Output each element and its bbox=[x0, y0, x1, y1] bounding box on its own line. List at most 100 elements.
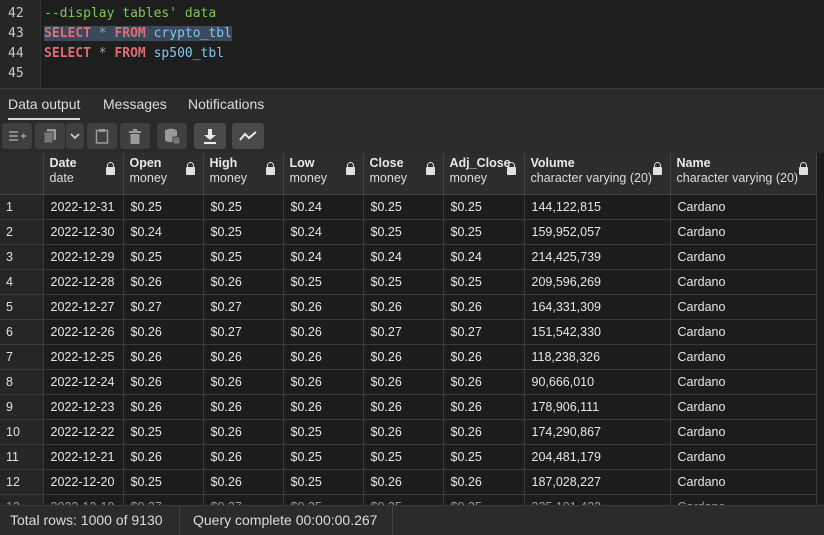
table-row[interactable]: 9 2022-12-23 $0.26 $0.26 $0.26 $0.26 $0.26 178,… bbox=[0, 394, 817, 420]
table-cell[interactable]: $0.24 bbox=[443, 244, 525, 270]
table-cell[interactable]: Cardano bbox=[670, 419, 817, 445]
table-cell[interactable]: $0.25 bbox=[363, 444, 444, 470]
table-cell[interactable]: $0.26 bbox=[203, 269, 284, 295]
table-cell[interactable]: Cardano bbox=[670, 244, 817, 270]
table-cell[interactable]: 209,596,269 bbox=[524, 269, 671, 295]
row-number[interactable]: 4 bbox=[0, 269, 44, 295]
table-cell[interactable]: 144,122,815 bbox=[524, 194, 671, 220]
table-cell[interactable]: 159,952,057 bbox=[524, 219, 671, 245]
table-row[interactable]: 6 2022-12-26 $0.26 $0.27 $0.26 $0.27 $0.27 151,… bbox=[0, 319, 817, 345]
table-cell[interactable]: $0.26 bbox=[123, 394, 204, 420]
table-row[interactable]: 12 2022-12-20 $0.25 $0.26 $0.25 $0.26 $0.26 187… bbox=[0, 469, 817, 495]
table-cell[interactable]: 2022-12-25 bbox=[43, 344, 124, 370]
table-cell[interactable]: Cardano bbox=[670, 494, 817, 505]
data-grid[interactable]: Date date Open money High money Low money Cl… bbox=[0, 153, 824, 505]
table-cell[interactable]: 235,101,422 bbox=[524, 494, 671, 505]
table-cell[interactable]: $0.26 bbox=[283, 294, 364, 320]
table-cell[interactable]: $0.26 bbox=[443, 294, 525, 320]
table-cell[interactable]: $0.25 bbox=[283, 469, 364, 495]
table-cell[interactable]: $0.25 bbox=[123, 469, 204, 495]
table-cell[interactable]: 174,290,867 bbox=[524, 419, 671, 445]
table-cell[interactable]: $0.27 bbox=[203, 494, 284, 505]
table-cell[interactable]: $0.26 bbox=[443, 419, 525, 445]
table-cell[interactable]: 118,238,326 bbox=[524, 344, 671, 370]
column-header-close[interactable]: Close money bbox=[363, 153, 444, 195]
table-cell[interactable]: $0.26 bbox=[363, 294, 444, 320]
row-number[interactable]: 7 bbox=[0, 344, 44, 370]
row-number[interactable]: 5 bbox=[0, 294, 44, 320]
table-cell[interactable]: 2022-12-21 bbox=[43, 444, 124, 470]
table-cell[interactable]: $0.26 bbox=[123, 344, 204, 370]
table-cell[interactable]: $0.24 bbox=[123, 219, 204, 245]
copy-options-dropdown[interactable] bbox=[66, 123, 84, 149]
table-cell[interactable]: $0.26 bbox=[283, 394, 364, 420]
table-cell[interactable]: 2022-12-20 bbox=[43, 469, 124, 495]
table-cell[interactable]: Cardano bbox=[670, 294, 817, 320]
table-row[interactable]: 3 2022-12-29 $0.25 $0.25 $0.24 $0.24 $0.24 214,… bbox=[0, 244, 817, 270]
table-cell[interactable]: Cardano bbox=[670, 394, 817, 420]
row-number[interactable]: 13 bbox=[0, 494, 44, 505]
code-line[interactable]: --display tables' data bbox=[44, 6, 216, 21]
table-cell[interactable]: 90,666,010 bbox=[524, 369, 671, 395]
table-cell[interactable]: $0.26 bbox=[443, 369, 525, 395]
table-cell[interactable]: $0.25 bbox=[363, 494, 444, 505]
column-header-adj-close[interactable]: Adj_Close money bbox=[443, 153, 525, 195]
table-cell[interactable]: $0.26 bbox=[203, 469, 284, 495]
table-row[interactable]: 132022-12-19$0.27$0.27$0.25$0.25$0.25235… bbox=[0, 494, 817, 505]
paste-button[interactable] bbox=[87, 123, 117, 149]
table-cell[interactable]: $0.26 bbox=[203, 394, 284, 420]
sql-editor[interactable]: 42 43 44 45 --display tables' data SELEC… bbox=[0, 0, 824, 88]
table-cell[interactable]: 2022-12-26 bbox=[43, 319, 124, 345]
table-cell[interactable]: $0.25 bbox=[123, 194, 204, 220]
table-cell[interactable]: $0.25 bbox=[363, 269, 444, 295]
table-cell[interactable]: $0.25 bbox=[123, 419, 204, 445]
table-cell[interactable]: $0.24 bbox=[283, 244, 364, 270]
table-cell[interactable]: Cardano bbox=[670, 444, 817, 470]
table-row[interactable]: 4 2022-12-28 $0.26 $0.26 $0.25 $0.25 $0.25 209,… bbox=[0, 269, 817, 295]
table-cell[interactable]: 2022-12-27 bbox=[43, 294, 124, 320]
table-cell[interactable]: $0.26 bbox=[443, 469, 525, 495]
table-cell[interactable]: Cardano bbox=[670, 344, 817, 370]
column-header-volume[interactable]: Volume character varying (20) bbox=[524, 153, 671, 195]
row-number[interactable]: 10 bbox=[0, 419, 44, 445]
table-cell[interactable]: $0.26 bbox=[203, 419, 284, 445]
row-number[interactable]: 11 bbox=[0, 444, 44, 470]
table-cell[interactable]: Cardano bbox=[670, 319, 817, 345]
column-header-name[interactable]: Name character varying (20) bbox=[670, 153, 817, 195]
table-cell[interactable]: $0.26 bbox=[363, 369, 444, 395]
table-cell[interactable]: $0.26 bbox=[283, 319, 364, 345]
column-header-open[interactable]: Open money bbox=[123, 153, 204, 195]
table-cell[interactable]: $0.25 bbox=[443, 269, 525, 295]
table-cell[interactable]: Cardano bbox=[670, 194, 817, 220]
table-cell[interactable]: 187,028,227 bbox=[524, 469, 671, 495]
table-cell[interactable]: $0.25 bbox=[283, 419, 364, 445]
row-number[interactable]: 8 bbox=[0, 369, 44, 395]
download-button[interactable] bbox=[194, 123, 226, 149]
table-cell[interactable]: $0.26 bbox=[203, 344, 284, 370]
table-cell[interactable]: $0.25 bbox=[443, 444, 525, 470]
row-number[interactable]: 9 bbox=[0, 394, 44, 420]
table-cell[interactable]: 2022-12-29 bbox=[43, 244, 124, 270]
table-cell[interactable]: Cardano bbox=[670, 469, 817, 495]
copy-button[interactable] bbox=[35, 123, 65, 149]
table-cell[interactable]: $0.25 bbox=[443, 494, 525, 505]
table-cell[interactable]: Cardano bbox=[670, 269, 817, 295]
table-cell[interactable]: $0.25 bbox=[283, 494, 364, 505]
table-row[interactable]: 7 2022-12-25 $0.26 $0.26 $0.26 $0.26 $0.26 118,… bbox=[0, 344, 817, 370]
table-cell[interactable]: $0.26 bbox=[363, 344, 444, 370]
table-cell[interactable]: $0.25 bbox=[203, 244, 284, 270]
column-header-low[interactable]: Low money bbox=[283, 153, 364, 195]
tab-messages[interactable]: Messages bbox=[103, 89, 167, 120]
column-header-date[interactable]: Date date bbox=[43, 153, 124, 195]
table-cell[interactable]: Cardano bbox=[670, 369, 817, 395]
table-cell[interactable]: $0.26 bbox=[283, 369, 364, 395]
table-cell[interactable]: $0.25 bbox=[123, 244, 204, 270]
table-cell[interactable]: $0.25 bbox=[203, 194, 284, 220]
delete-button[interactable] bbox=[120, 123, 150, 149]
table-cell[interactable]: $0.24 bbox=[283, 194, 364, 220]
table-cell[interactable]: 2022-12-19 bbox=[43, 494, 124, 505]
table-cell[interactable]: 204,481,179 bbox=[524, 444, 671, 470]
table-cell[interactable]: 2022-12-30 bbox=[43, 219, 124, 245]
table-cell[interactable]: $0.27 bbox=[203, 294, 284, 320]
table-cell[interactable]: Cardano bbox=[670, 219, 817, 245]
